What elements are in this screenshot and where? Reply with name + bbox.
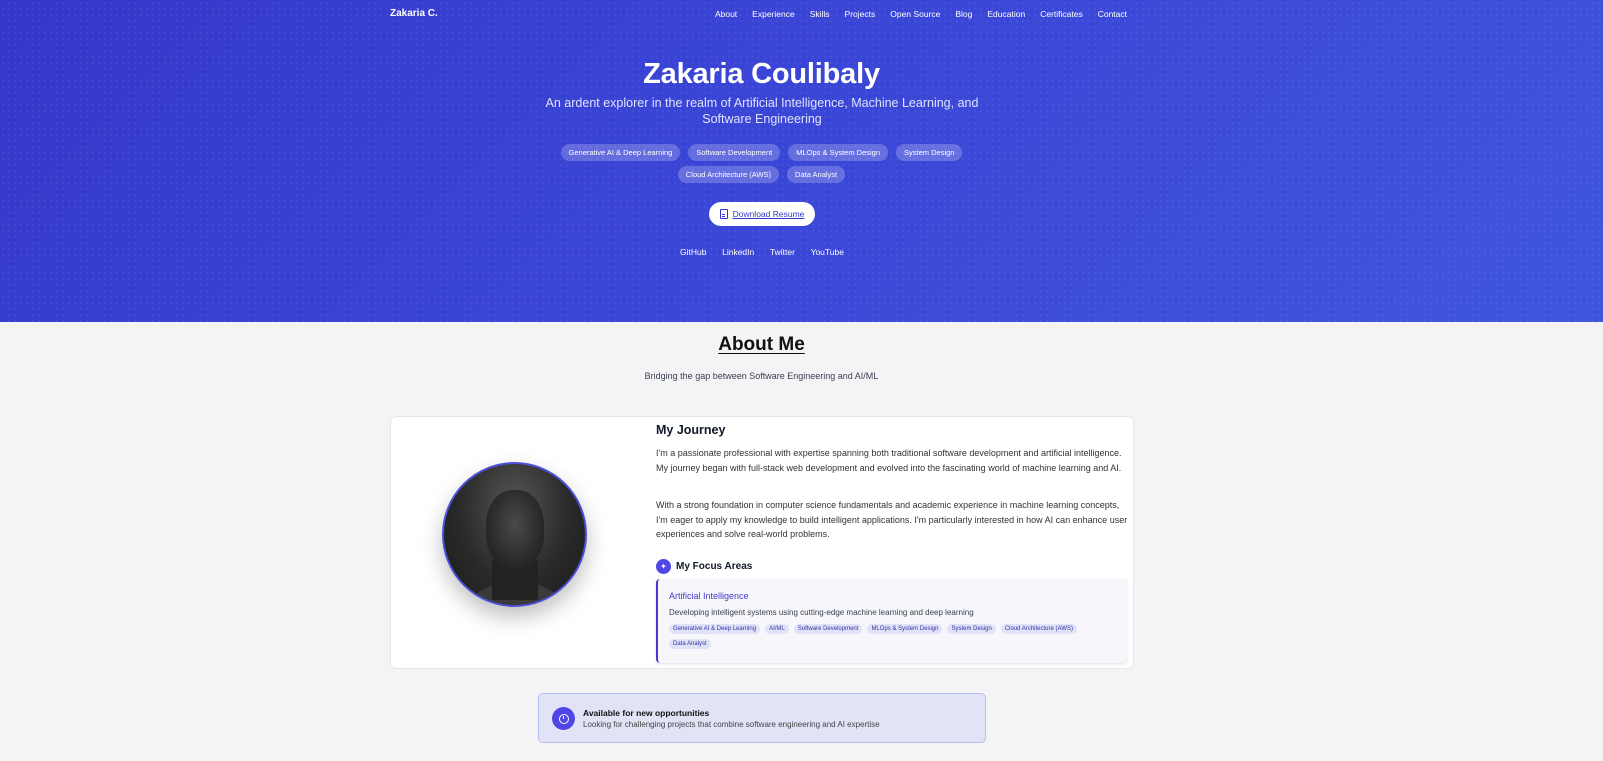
nav-link-certificates[interactable]: Certificates (1040, 9, 1083, 19)
focus-areas-heading: ✦ My Focus Areas (656, 559, 752, 574)
hero-name: Zakaria Coulibaly (643, 58, 880, 90)
hero-tag: Cloud Architecture (AWS) (677, 166, 780, 183)
nav-link-education[interactable]: Education (987, 9, 1025, 19)
hero-tagline: An ardent explorer in the realm of Artif… (545, 96, 979, 126)
top-nav: Zakaria C. About Experience Skills Proje… (390, 0, 1127, 27)
nav-link-experience[interactable]: Experience (752, 9, 795, 19)
social-link-youtube[interactable]: YouTube (811, 247, 844, 257)
hero-tags-row: Generative AI & Deep Learning Software D… (540, 144, 983, 161)
hero-tag: Data Analyst (787, 166, 846, 183)
nav-link-blog[interactable]: Blog (955, 9, 972, 19)
focus-areas-title: My Focus Areas (676, 561, 753, 572)
focus-area-description: Developing intelligent systems using cut… (669, 608, 974, 617)
document-icon (719, 209, 728, 219)
availability-description: Looking for challenging projects that co… (583, 720, 880, 729)
focus-area-card: Artificial Intelligence Developing intel… (656, 579, 1127, 663)
hero-tag: Software Development (688, 144, 781, 161)
social-link-github[interactable]: GitHub (680, 247, 706, 257)
journey-paragraph: With a strong foundation in computer sci… (656, 500, 1128, 539)
focus-tag: MLOps & System Design (867, 624, 943, 634)
social-links: GitHub LinkedIn Twitter YouTube (680, 247, 844, 257)
clock-icon (552, 707, 575, 730)
focus-tag: System Design (947, 624, 996, 634)
availability-banner: Available for new opportunities Looking … (538, 693, 986, 743)
social-link-linkedin[interactable]: LinkedIn (722, 247, 754, 257)
journey-paragraph: I'm a passionate professional with exper… (656, 448, 1122, 473)
download-resume-label: Download Resume (732, 209, 805, 219)
focus-area-title: Artificial Intelligence (669, 591, 749, 601)
focus-area-tags: Generative AI & Deep Learning AI/ML Soft… (669, 624, 1109, 649)
sparkle-icon: ✦ (656, 559, 671, 574)
journey-title: My Journey (656, 423, 726, 437)
availability-title: Available for new opportunities (583, 708, 710, 718)
download-resume-button[interactable]: Download Resume (709, 202, 815, 226)
brand-logo[interactable]: Zakaria C. (390, 8, 438, 19)
hero-tags-row: Cloud Architecture (AWS) Data Analyst (540, 166, 983, 183)
focus-tag: AI/ML (765, 624, 789, 634)
nav-link-about[interactable]: About (715, 9, 737, 19)
nav-link-contact[interactable]: Contact (1098, 9, 1127, 19)
hero-tag: Generative AI & Deep Learning (560, 144, 681, 161)
nav-link-open-source[interactable]: Open Source (890, 9, 940, 19)
about-title: About Me (718, 334, 805, 355)
nav-link-projects[interactable]: Projects (845, 9, 876, 19)
nav-link-skills[interactable]: Skills (810, 9, 830, 19)
focus-tag: Cloud Architecture (AWS) (1000, 624, 1077, 634)
focus-tag: Data Analyst (669, 639, 711, 649)
about-subtitle: Bridging the gap between Software Engine… (644, 371, 879, 381)
hero-section: Zakaria C. About Experience Skills Proje… (0, 0, 1603, 322)
focus-tag: Software Development (793, 624, 863, 634)
hero-tag: MLOps & System Design (788, 144, 889, 161)
social-link-twitter[interactable]: Twitter (770, 247, 795, 257)
focus-tag: Generative AI & Deep Learning (669, 624, 761, 634)
nav-links: About Experience Skills Projects Open So… (700, 9, 1127, 19)
avatar (442, 462, 587, 607)
hero-tag: System Design (896, 144, 963, 161)
